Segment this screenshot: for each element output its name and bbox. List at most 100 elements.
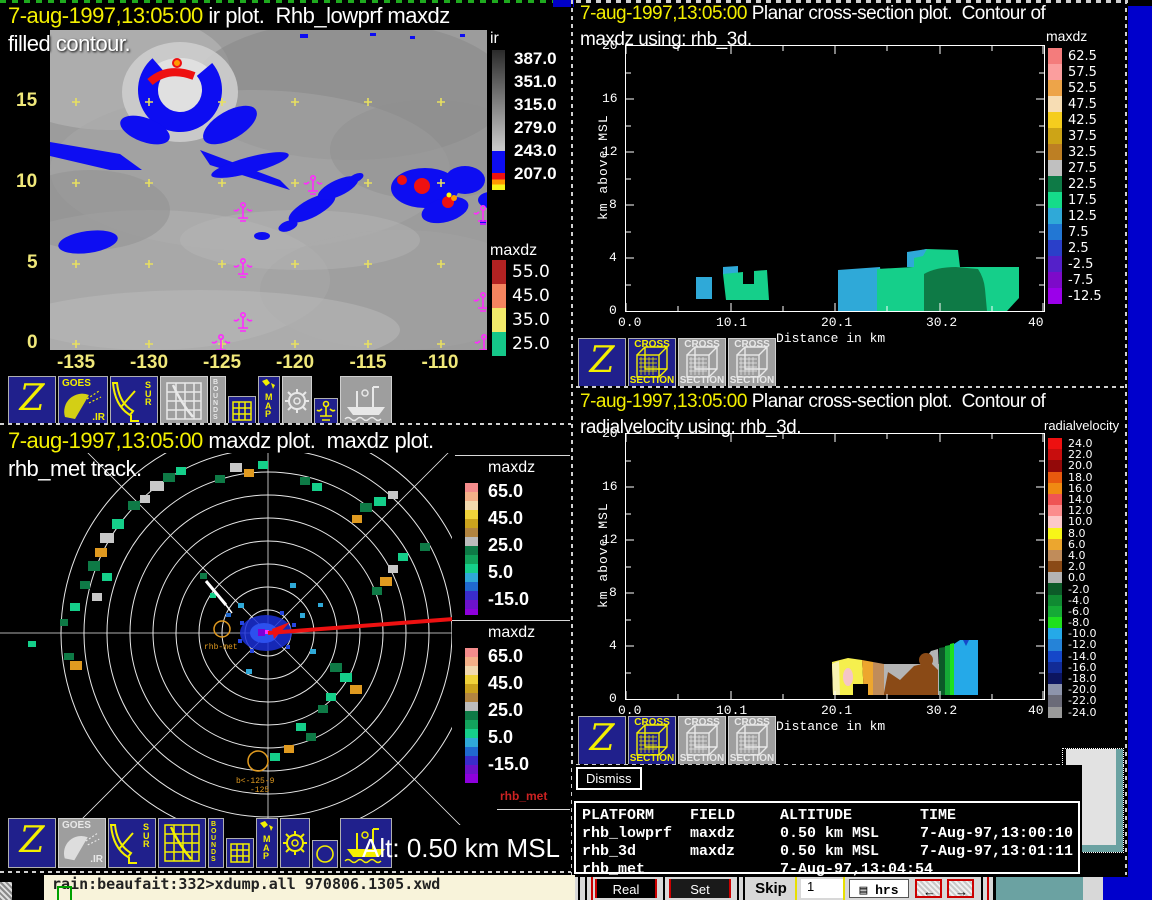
scrollbar-stub[interactable] xyxy=(0,882,12,900)
axis-ticks xyxy=(626,434,1044,699)
step-forward-button[interactable]: → xyxy=(947,879,974,898)
xtick: 30.2 xyxy=(926,315,957,330)
real-time-button[interactable]: Real Time xyxy=(595,879,657,898)
ir-colorbar-labels: 387.0351.0 315.0279.0 243.0207.0 xyxy=(514,47,557,185)
goes-ir-button[interactable]: GOES .IR xyxy=(58,376,108,426)
right-divider xyxy=(1125,0,1127,875)
panel-title: 7-aug-1997,13:05:00 Planar cross-section… xyxy=(580,391,1045,413)
radialvelocity-colorbar: 24.022.020.018.016.014.012.010.08.06.04.… xyxy=(1048,438,1096,718)
ytick: 0 xyxy=(609,303,617,318)
center-divider xyxy=(571,0,573,875)
ship-button[interactable] xyxy=(340,376,392,426)
colorbar-title: maxdz xyxy=(1046,28,1087,44)
sur-radar-button[interactable]: SUR xyxy=(108,818,156,868)
platform-marker-rhbmet: rhb-met xyxy=(204,621,238,652)
zebra-logo-button[interactable]: Z xyxy=(8,376,56,426)
gear-button[interactable] xyxy=(282,376,312,426)
xsec-radial-plot[interactable] xyxy=(625,433,1045,700)
set-time-button[interactable]: Set Time xyxy=(669,879,731,898)
legend-title: maxdz xyxy=(488,459,535,477)
bounds-button[interactable]: BOUNDS xyxy=(210,376,226,426)
cross-section-button-active[interactable]: CROSS SECTION xyxy=(628,338,676,388)
divider-above-cmdline xyxy=(0,871,571,873)
xsec-maxdz-plot[interactable] xyxy=(625,45,1045,312)
ytick: 4 xyxy=(609,250,617,265)
small-grid-icon xyxy=(229,397,255,425)
ytick: 10 xyxy=(16,171,37,193)
legend-values: 65.045.0 25.05.0 -15.0 xyxy=(488,643,529,778)
title-timestamp: 7-aug-1997,13:05:00 xyxy=(8,3,203,28)
hurricane-eye xyxy=(173,59,181,67)
progress-strip xyxy=(993,877,1086,900)
xtick: -125 xyxy=(203,352,241,374)
text-cursor xyxy=(57,886,72,900)
cross-section-button[interactable]: CROSS SECTION xyxy=(678,716,726,766)
zebra-logo-button[interactable]: Z xyxy=(578,338,626,388)
track-label: rhb_met xyxy=(500,789,547,803)
zebra-logo-button[interactable]: Z xyxy=(578,716,626,766)
zebra-display: 7-aug-1997,13:05:00 ir plot. Rhb_lowprf … xyxy=(0,0,1152,900)
maxdz-gradient-bar xyxy=(465,648,478,783)
svg-text:rhb-met: rhb-met xyxy=(204,643,238,652)
xtick: -130 xyxy=(130,352,168,374)
table-row: rhb_lowprfmaxdz 0.50 km MSL7-Aug-97,13:0… xyxy=(576,825,1078,843)
hrs-button[interactable]: ▤ hrs xyxy=(849,879,909,898)
divider-under-tl xyxy=(0,423,571,425)
cross-section-button-active[interactable]: CROSS SECTION xyxy=(628,716,676,766)
small-grid-button[interactable] xyxy=(226,838,254,868)
ir-colorbar-title: ir xyxy=(490,30,499,48)
panel-ppi: 7-aug-1997,13:05:00 maxdz plot. maxdz pl… xyxy=(0,425,570,870)
command-text: rain:beaufait:332>xdump.all 970806.1305.… xyxy=(52,875,440,893)
sur-radar-button[interactable]: SUR xyxy=(110,376,158,426)
ytick: 5 xyxy=(27,252,38,274)
maxdz-colorbar-title: maxdz xyxy=(490,242,537,260)
maxdz-colorbar: 55.045.035.025.0 xyxy=(492,260,550,356)
ytick: 16 xyxy=(602,479,618,494)
zebra-logo-button[interactable]: Z xyxy=(8,818,56,868)
command-line[interactable]: rain:beaufait:332>xdump.all 970806.1305.… xyxy=(44,875,575,900)
step-back-button[interactable]: ← xyxy=(915,879,942,898)
bounds-button[interactable]: BOUNDS xyxy=(208,818,224,868)
contour-radialvelocity xyxy=(832,640,978,699)
xtick: 10.1 xyxy=(716,315,747,330)
cross-section-button[interactable]: CROSS SECTION xyxy=(728,338,776,388)
gear-button[interactable] xyxy=(280,818,310,868)
toolbar-ir: Z GOES .IR SUR BOUNDS MAP xyxy=(0,376,570,426)
circle-button[interactable] xyxy=(312,840,338,868)
blue-fill xyxy=(1103,877,1128,900)
radar-grid-button[interactable] xyxy=(160,376,208,426)
yaxis-label: km above MSL xyxy=(596,114,611,220)
platform-status-table: PLATFORMFIELD ALTITUDETIME rhb_lowprfmax… xyxy=(574,801,1080,874)
radar-grid-button[interactable] xyxy=(158,818,206,868)
map-button[interactable]: MAP xyxy=(256,818,278,868)
small-grid-button[interactable] xyxy=(228,396,256,426)
xtick: -135 xyxy=(57,352,95,374)
ir-colorbar xyxy=(492,50,505,190)
circle-icon xyxy=(313,841,337,867)
cross-section-button[interactable]: CROSS SECTION xyxy=(678,338,726,388)
ship-icon xyxy=(341,377,391,425)
xtick: -110 xyxy=(422,352,459,374)
goes-ir-button[interactable]: GOES .IR xyxy=(58,818,106,868)
legend-values: 65.045.0 25.05.0 -15.0 xyxy=(488,478,529,613)
small-grid-icon xyxy=(227,839,253,867)
dismiss-button[interactable]: Dismiss xyxy=(576,767,642,790)
map-button[interactable]: MAP xyxy=(258,376,280,426)
legend-title: maxdz xyxy=(488,624,535,642)
skip-value-field[interactable]: 1 xyxy=(801,879,845,898)
gear-icon xyxy=(281,819,309,867)
table-header: PLATFORMFIELD ALTITUDETIME xyxy=(576,807,1078,825)
grid-icon xyxy=(159,819,205,867)
contour-maxdz xyxy=(696,249,1019,311)
status-window: Dismiss PLATFORMFIELD ALTITUDETIME rhb_l… xyxy=(572,765,1082,876)
track-line xyxy=(268,617,480,633)
panel-title-line2: filled contour. xyxy=(8,31,130,57)
satellite-image[interactable] xyxy=(50,30,487,350)
buoy-button[interactable] xyxy=(314,398,338,426)
cross-section-button[interactable]: CROSS SECTION xyxy=(728,716,776,766)
svg-text:-125: -125 xyxy=(250,786,269,795)
time-controls: Real Time Set Time Skip 1 ▤ hrs ← → xyxy=(575,877,1128,900)
yaxis-label: km above MSL xyxy=(596,502,611,608)
ytick: 15 xyxy=(16,90,37,112)
xtick: -115 xyxy=(350,352,387,374)
